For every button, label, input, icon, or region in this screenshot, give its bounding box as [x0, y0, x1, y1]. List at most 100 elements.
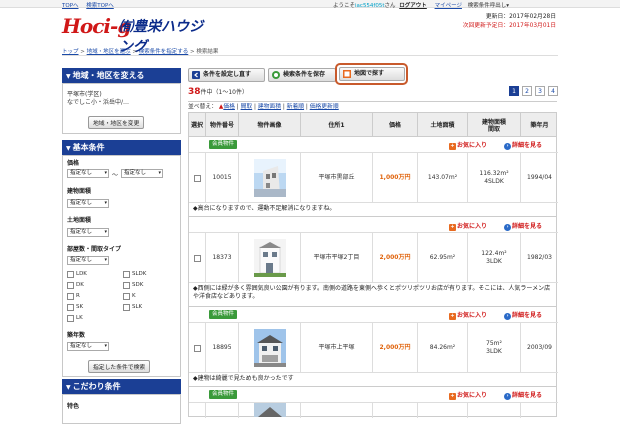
layout-dk-checkbox[interactable]	[67, 282, 74, 289]
listing-building: 75m²	[486, 340, 502, 347]
layout-label: 部屋数・間取タイプ	[67, 246, 122, 253]
user-id: iac554f05t	[355, 3, 385, 9]
plus-icon: +	[449, 313, 456, 320]
listing-photo[interactable]	[239, 403, 301, 418]
building-area-label: 建物面積	[67, 188, 92, 195]
listing-land: 62.95m²	[418, 233, 468, 283]
listing-built: 1982/03	[527, 254, 552, 261]
land-area-select[interactable]: 指定なし	[67, 228, 109, 237]
triangle-down-icon: ▼	[66, 384, 71, 391]
mypage-link[interactable]: マイページ	[435, 3, 462, 9]
table-row: 会員物件 + お気に入り › 詳細を見る	[188, 387, 558, 418]
listing-built: 2003/09	[527, 344, 552, 351]
favorite-button[interactable]: + お気に入り	[449, 390, 487, 400]
layout-sk-checkbox[interactable]	[67, 304, 74, 311]
listing-building: 122.4m²	[481, 250, 507, 257]
listing-address: 平塚市平塚2丁目	[301, 233, 373, 283]
reset-conditions-button[interactable]: 条件を設定し直す	[188, 68, 265, 82]
member-badge: 会員物件	[209, 390, 238, 399]
listing-layout: 4SLDK	[484, 178, 504, 185]
update-info: 更新日：2017年02月28日 次回更新予定日：2017年03月01日	[462, 14, 556, 29]
select-checkbox[interactable]	[193, 344, 201, 352]
layout-r-checkbox[interactable]	[67, 293, 74, 300]
table-row: 会員物件 + お気に入り › 詳細を見る 10015 平塚市黒部丘 1,000万円 …	[188, 137, 558, 217]
select-checkbox[interactable]	[193, 254, 201, 262]
page-2[interactable]: 2	[522, 86, 532, 96]
layout-select[interactable]: 指定なし	[67, 256, 109, 265]
area-section-header: ▼ 地域・地区を変える	[62, 68, 181, 83]
favorite-button[interactable]: + お気に入り	[449, 221, 487, 231]
detail-button[interactable]: › 詳細を見る	[504, 390, 542, 400]
sort-newest[interactable]: 新着順	[287, 104, 304, 110]
map-button-highlight	[335, 63, 408, 85]
logo[interactable]: Hoci-g ㈲豊栄ハウジング	[62, 11, 212, 55]
layout-ldk-checkbox[interactable]	[67, 271, 74, 278]
detail-button[interactable]: › 詳細を見る	[504, 140, 542, 150]
page-4[interactable]: 4	[548, 86, 558, 96]
listing-comment: ◆西側には緑が多く雰囲気良い公園が有ります。南側の道路を東側へ歩くとポツリポツリ…	[189, 282, 558, 307]
col-address: 住所1	[301, 113, 373, 138]
favorite-button[interactable]: + お気に入り	[449, 310, 487, 320]
listing-photo[interactable]	[239, 323, 301, 373]
layout-lk-checkbox[interactable]	[67, 315, 74, 322]
listing-price: 2,000万円	[373, 233, 418, 283]
triangle-down-icon: ▼	[66, 145, 71, 152]
search-with-conditions-button[interactable]: 指定した条件で検索	[88, 360, 151, 373]
member-badge: 会員物件	[209, 140, 238, 149]
col-price: 価格	[373, 113, 418, 138]
building-area-select[interactable]: 指定なし	[67, 199, 109, 208]
layout-sldk-checkbox[interactable]	[123, 271, 130, 278]
arrow-right-icon: ›	[504, 143, 511, 150]
price-label: 価格	[67, 160, 80, 167]
change-area-button[interactable]: 地域・地区を変更	[88, 116, 145, 129]
save-conditions-button[interactable]: 検索条件を保存	[268, 68, 336, 82]
table-header: 選択 物件番号 物件画像 住所1 価格 土地面積 建物面積 間取 築年月	[188, 112, 557, 138]
sort-bar: 並べ替え： ▲価格 | 間取 | 建物面積 | 新着順 | 価格更新順	[188, 101, 557, 112]
plus-icon: +	[449, 224, 456, 231]
price-max-select[interactable]: 指定なし	[121, 169, 163, 178]
logout-link[interactable]: ログアウト	[399, 3, 427, 9]
sort-price[interactable]: 価格	[223, 104, 235, 110]
page-3[interactable]: 3	[535, 86, 545, 96]
sort-price-update[interactable]: 価格更新順	[310, 104, 339, 110]
layout-slk-checkbox[interactable]	[123, 304, 130, 311]
search-top-link[interactable]: 検索TOPへ	[86, 3, 114, 9]
save-icon	[272, 71, 280, 79]
house-photo	[253, 159, 286, 197]
page-1[interactable]: 1	[509, 86, 519, 96]
layout-sdk-checkbox[interactable]	[123, 282, 130, 289]
listing-price: 1,000万円	[373, 153, 418, 203]
top-links: TOPへ 検索TOPへ	[62, 1, 120, 9]
top-link[interactable]: TOPへ	[62, 3, 79, 9]
listing-address: 平塚市黒部丘	[301, 153, 373, 203]
layout-k-checkbox[interactable]	[123, 293, 130, 300]
col-select: 選択	[189, 113, 206, 138]
basic-section-header: ▼ 基本条件	[62, 140, 181, 155]
listing-land: 84.26m²	[418, 323, 468, 373]
listing-built: 1994/04	[527, 174, 552, 181]
select-checkbox[interactable]	[193, 174, 201, 182]
saved-search-link[interactable]: 検索条件呼出し▾	[468, 3, 509, 9]
listing-photo[interactable]	[239, 153, 301, 203]
member-badge: 会員物件	[209, 310, 238, 319]
area-section: 平塚市(学区) なでしこ小・浜岳中/… 地域・地区を変更	[62, 83, 181, 134]
listing-photo[interactable]	[239, 233, 301, 283]
land-area-label: 土地面積	[67, 217, 92, 224]
price-min-select[interactable]: 指定なし	[67, 169, 109, 178]
detail-button[interactable]: › 詳細を見る	[504, 310, 542, 320]
age-select[interactable]: 指定なし	[67, 342, 109, 351]
breadcrumb: トップ > 地域・地区を選ぶ > 検索条件を指定する > 検索結果	[62, 49, 219, 55]
favorite-button[interactable]: + お気に入り	[449, 140, 487, 150]
listing-comment: ◆高台になりますので、運動不足解消になりますね。	[189, 202, 558, 217]
table-row: + お気に入り › 詳細を見る 18373 平塚市平塚2丁目 2,000万円 62.…	[188, 217, 558, 307]
house-photo	[253, 239, 286, 277]
sort-layout[interactable]: 間取	[241, 104, 253, 110]
detail-button[interactable]: › 詳細を見る	[504, 221, 542, 231]
sort-building-area[interactable]: 建物面積	[258, 104, 281, 110]
listing-id: 10015	[206, 153, 239, 203]
listing-address: 平塚市上平塚	[301, 323, 373, 373]
arrow-right-icon: ›	[504, 224, 511, 231]
listing-id: 18373	[206, 233, 239, 283]
col-land: 土地面積	[418, 113, 468, 138]
plus-icon: +	[449, 393, 456, 400]
